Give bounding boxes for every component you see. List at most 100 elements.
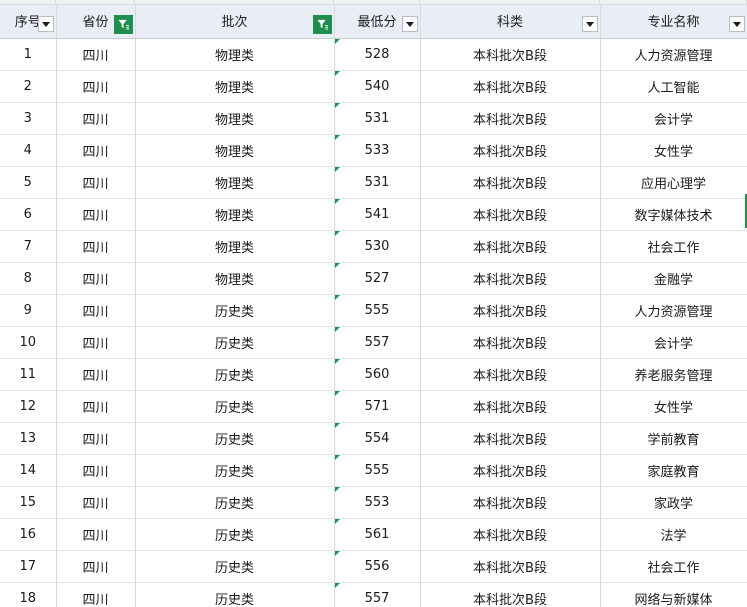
cell-category[interactable]: 本科批次B段 [420, 38, 601, 71]
cell-no[interactable]: 5 [0, 166, 57, 199]
cell-batch[interactable]: 历史类 [135, 326, 335, 359]
cell-category[interactable]: 本科批次B段 [420, 102, 601, 135]
cell-min-score[interactable]: 561 [334, 518, 421, 551]
cell-no[interactable]: 7 [0, 230, 57, 263]
filter-dropdown-min-score[interactable] [401, 16, 418, 32]
cell-no[interactable]: 6 [0, 198, 57, 231]
cell-min-score[interactable]: 531 [334, 102, 421, 135]
cell-batch[interactable]: 历史类 [135, 422, 335, 455]
cell-category[interactable]: 本科批次B段 [420, 550, 601, 583]
cell-no[interactable]: 17 [0, 550, 57, 583]
cell-major[interactable]: 人工智能 [600, 70, 747, 103]
cell-min-score[interactable]: 528 [334, 38, 421, 71]
cell-no[interactable]: 10 [0, 326, 57, 359]
header-min-score[interactable]: 最低分 [334, 5, 421, 39]
cell-major[interactable]: 应用心理学 [600, 166, 747, 199]
cell-min-score[interactable]: 553 [334, 486, 421, 519]
cell-province[interactable]: 四川 [56, 486, 136, 519]
cell-category[interactable]: 本科批次B段 [420, 422, 601, 455]
cell-batch[interactable]: 历史类 [135, 582, 335, 607]
cell-major[interactable]: 会计学 [600, 326, 747, 359]
cell-major[interactable]: 金融学 [600, 262, 747, 295]
cell-major[interactable]: 网络与新媒体 [600, 582, 747, 607]
cell-category[interactable]: 本科批次B段 [420, 486, 601, 519]
cell-major[interactable]: 社会工作 [600, 550, 747, 583]
cell-min-score[interactable]: 531 [334, 166, 421, 199]
cell-batch[interactable]: 历史类 [135, 390, 335, 423]
filter-button-province[interactable] [113, 15, 133, 34]
cell-no[interactable]: 3 [0, 102, 57, 135]
cell-province[interactable]: 四川 [56, 38, 136, 71]
cell-min-score[interactable]: 554 [334, 422, 421, 455]
cell-province[interactable]: 四川 [56, 134, 136, 167]
cell-min-score[interactable]: 571 [334, 390, 421, 423]
cell-major[interactable]: 养老服务管理 [600, 358, 747, 391]
cell-batch[interactable]: 物理类 [135, 230, 335, 263]
cell-category[interactable]: 本科批次B段 [420, 198, 601, 231]
cell-min-score[interactable]: 530 [334, 230, 421, 263]
cell-province[interactable]: 四川 [56, 358, 136, 391]
cell-category[interactable]: 本科批次B段 [420, 582, 601, 607]
cell-province[interactable]: 四川 [56, 582, 136, 607]
cell-province[interactable]: 四川 [56, 518, 136, 551]
cell-no[interactable]: 8 [0, 262, 57, 295]
cell-min-score[interactable]: 527 [334, 262, 421, 295]
cell-min-score[interactable]: 560 [334, 358, 421, 391]
filter-dropdown-category[interactable] [581, 16, 598, 32]
filter-button-batch[interactable] [312, 15, 332, 34]
cell-category[interactable]: 本科批次B段 [420, 230, 601, 263]
cell-major[interactable]: 女性学 [600, 134, 747, 167]
cell-min-score[interactable]: 533 [334, 134, 421, 167]
filter-dropdown-major[interactable] [728, 16, 745, 32]
filter-dropdown-no[interactable] [37, 16, 54, 32]
cell-no[interactable]: 12 [0, 390, 57, 423]
cell-major[interactable]: 女性学 [600, 390, 747, 423]
cell-no[interactable]: 2 [0, 70, 57, 103]
cell-major[interactable]: 家政学 [600, 486, 747, 519]
cell-province[interactable]: 四川 [56, 550, 136, 583]
cell-category[interactable]: 本科批次B段 [420, 166, 601, 199]
cell-batch[interactable]: 历史类 [135, 518, 335, 551]
cell-no[interactable]: 1 [0, 38, 57, 71]
cell-batch[interactable]: 物理类 [135, 166, 335, 199]
cell-min-score[interactable]: 557 [334, 582, 421, 607]
cell-major[interactable]: 社会工作 [600, 230, 747, 263]
cell-min-score[interactable]: 556 [334, 550, 421, 583]
cell-major[interactable]: 学前教育 [600, 422, 747, 455]
cell-no[interactable]: 16 [0, 518, 57, 551]
header-no[interactable]: 序号 [0, 5, 57, 39]
cell-category[interactable]: 本科批次B段 [420, 358, 601, 391]
cell-batch[interactable]: 历史类 [135, 486, 335, 519]
cell-no[interactable]: 13 [0, 422, 57, 455]
cell-province[interactable]: 四川 [56, 166, 136, 199]
cell-batch[interactable]: 物理类 [135, 262, 335, 295]
cell-province[interactable]: 四川 [56, 262, 136, 295]
cell-province[interactable]: 四川 [56, 102, 136, 135]
cell-category[interactable]: 本科批次B段 [420, 454, 601, 487]
cell-category[interactable]: 本科批次B段 [420, 262, 601, 295]
cell-major[interactable]: 人力资源管理 [600, 294, 747, 327]
cell-province[interactable]: 四川 [56, 294, 136, 327]
cell-no[interactable]: 18 [0, 582, 57, 607]
cell-category[interactable]: 本科批次B段 [420, 294, 601, 327]
cell-category[interactable]: 本科批次B段 [420, 134, 601, 167]
cell-no[interactable]: 14 [0, 454, 57, 487]
cell-min-score[interactable]: 540 [334, 70, 421, 103]
cell-province[interactable]: 四川 [56, 230, 136, 263]
cell-batch[interactable]: 历史类 [135, 358, 335, 391]
cell-province[interactable]: 四川 [56, 390, 136, 423]
header-category[interactable]: 科类 [420, 5, 601, 39]
cell-min-score[interactable]: 541 [334, 198, 421, 231]
cell-category[interactable]: 本科批次B段 [420, 390, 601, 423]
cell-no[interactable]: 15 [0, 486, 57, 519]
cell-min-score[interactable]: 557 [334, 326, 421, 359]
header-batch[interactable]: 批次 [135, 5, 335, 39]
cell-batch[interactable]: 物理类 [135, 102, 335, 135]
cell-no[interactable]: 11 [0, 358, 57, 391]
cell-province[interactable]: 四川 [56, 70, 136, 103]
cell-major[interactable]: 会计学 [600, 102, 747, 135]
cell-major[interactable]: 家庭教育 [600, 454, 747, 487]
header-major[interactable]: 专业名称 [600, 5, 747, 39]
cell-min-score[interactable]: 555 [334, 454, 421, 487]
cell-no[interactable]: 9 [0, 294, 57, 327]
